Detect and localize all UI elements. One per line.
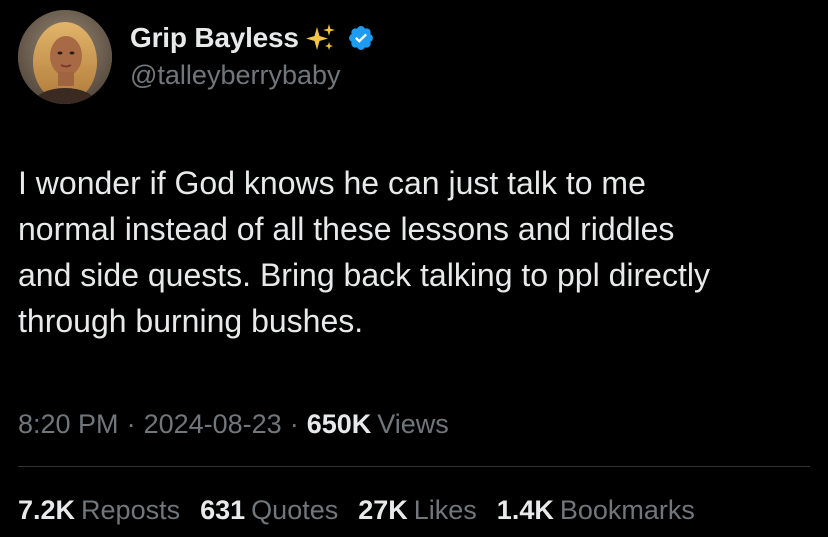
user-handle[interactable]: @talleyberrybaby [130, 60, 341, 91]
divider [18, 466, 810, 467]
sparkles-icon [303, 21, 337, 55]
display-name[interactable]: Grip Bayless [130, 22, 299, 54]
likes-label: Likes [413, 494, 477, 525]
likes-stat[interactable]: 27K Likes [358, 495, 477, 526]
quotes-count: 631 [200, 494, 246, 525]
quotes-label: Quotes [251, 494, 339, 525]
tweet-date[interactable]: 2024-08-23 [144, 409, 282, 440]
reposts-stat[interactable]: 7.2K Reposts [18, 495, 180, 526]
tweet-text: I wonder if God knows he can just talk t… [18, 160, 818, 344]
tweet-text-line: I wonder if God knows he can just talk t… [18, 165, 646, 201]
name-row: Grip Bayless [130, 18, 375, 58]
views-label: Views [377, 408, 449, 439]
meta-separator: · [289, 408, 299, 439]
bookmarks-stat[interactable]: 1.4K Bookmarks [497, 495, 695, 526]
engagement-stats: 7.2K Reposts 631 Quotes 27K Likes 1.4K B… [18, 490, 715, 530]
tweet-text-line: normal instead of all these lessons and … [18, 211, 675, 247]
avatar[interactable] [18, 10, 112, 104]
avatar-image [18, 10, 112, 104]
tweet-meta: 8:20 PM · 2024-08-23 · 650K Views [18, 404, 449, 444]
tweet-time[interactable]: 8:20 PM [18, 409, 119, 440]
tweet-card: Grip Bayless @talleyberrybaby I wonder i… [0, 0, 828, 537]
reposts-count: 7.2K [18, 494, 76, 525]
views-count[interactable]: 650K [307, 409, 372, 440]
meta-separator: · [126, 408, 136, 439]
bookmarks-label: Bookmarks [559, 494, 695, 525]
tweet-text-line: and side quests. Bring back talking to p… [18, 257, 710, 293]
verified-badge-icon[interactable] [347, 24, 375, 52]
tweet-text-line: through burning bushes. [18, 303, 364, 339]
reposts-label: Reposts [81, 494, 181, 525]
quotes-stat[interactable]: 631 Quotes [200, 495, 338, 526]
likes-count: 27K [358, 494, 408, 525]
bookmarks-count: 1.4K [496, 494, 554, 525]
